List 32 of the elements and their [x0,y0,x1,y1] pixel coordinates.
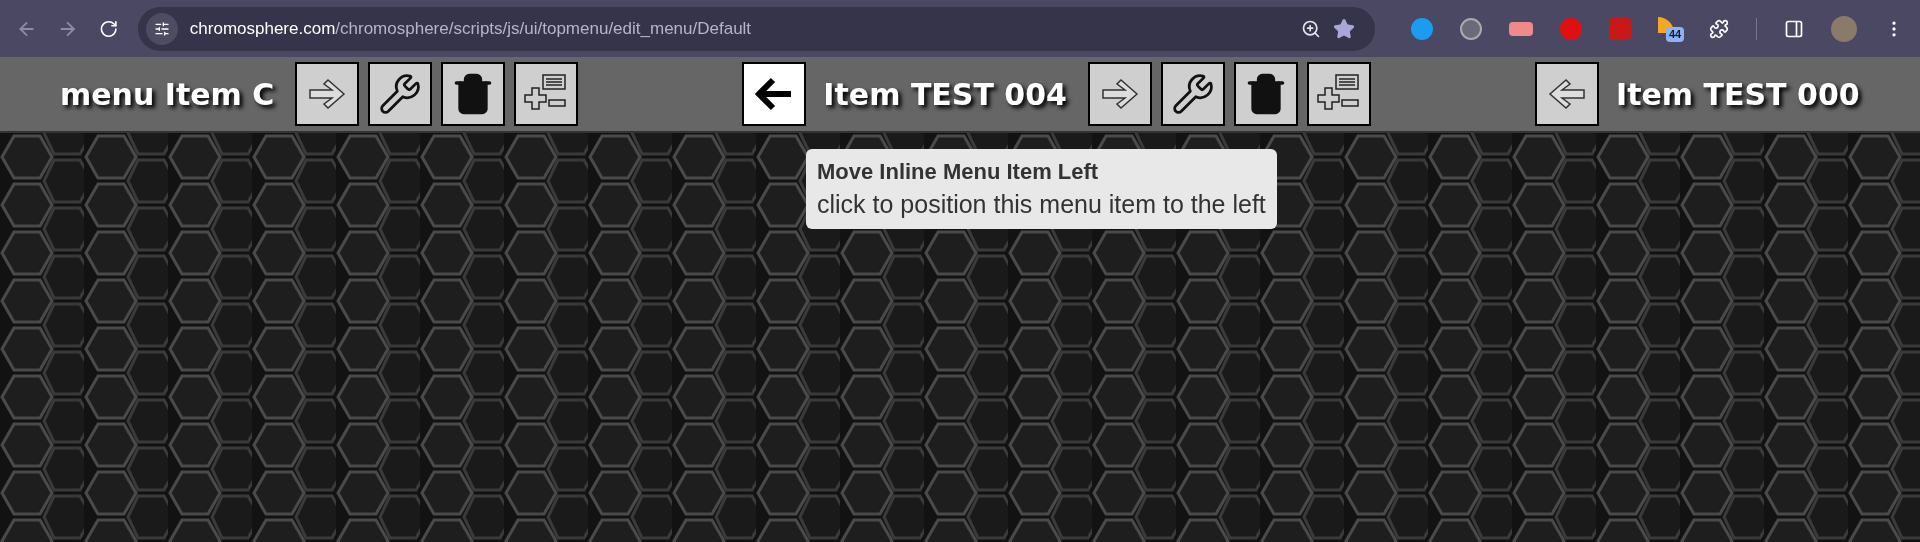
reload-icon[interactable] [98,18,118,39]
extension-icon[interactable] [1509,21,1533,36]
extension-icon[interactable] [1411,17,1433,40]
tooltip-text: click to position this menu item to the left [817,189,1266,220]
right-arrow-icon [1099,76,1141,112]
move-left-button[interactable] [742,62,807,126]
edit-button[interactable] [1161,62,1225,126]
add-item-button[interactable] [514,62,579,126]
wrench-icon [1171,72,1215,116]
left-arrow-icon [1546,76,1588,112]
move-right-button[interactable] [1088,62,1152,126]
delete-button[interactable] [1234,62,1298,126]
menu-item-label[interactable]: Item TEST 000 [1616,71,1860,117]
site-info-icon [153,20,170,37]
edit-button[interactable] [368,62,433,126]
address-bar[interactable]: chromosphere.com/chromosphere/scripts/js/ui/topmenu/edit_menu/Default [137,6,1375,51]
url-text: chromosphere.com/chromosphere/scripts/js/ui/topmenu/edit_menu/Default [189,17,753,40]
extension-badge: 44 [1666,26,1685,42]
menu-item-label[interactable]: Item TEST 004 [823,71,1067,117]
extension-icon[interactable] [1460,17,1482,40]
tooltip-title: Move Inline Menu Item Left [817,158,1100,186]
add-item-button[interactable] [1307,62,1371,126]
move-left-button[interactable] [1535,62,1599,126]
site-info-button[interactable] [145,12,178,45]
delete-button[interactable] [441,62,506,126]
wrench-icon [378,72,423,116]
bookmark-star-icon[interactable] [1333,17,1355,40]
menu-item-label[interactable]: menu Item C [60,71,275,117]
side-panel-icon[interactable] [1784,18,1804,39]
zoom-icon[interactable] [1301,18,1321,39]
extensions-icon[interactable] [1709,18,1729,39]
move-right-button[interactable] [295,62,360,126]
